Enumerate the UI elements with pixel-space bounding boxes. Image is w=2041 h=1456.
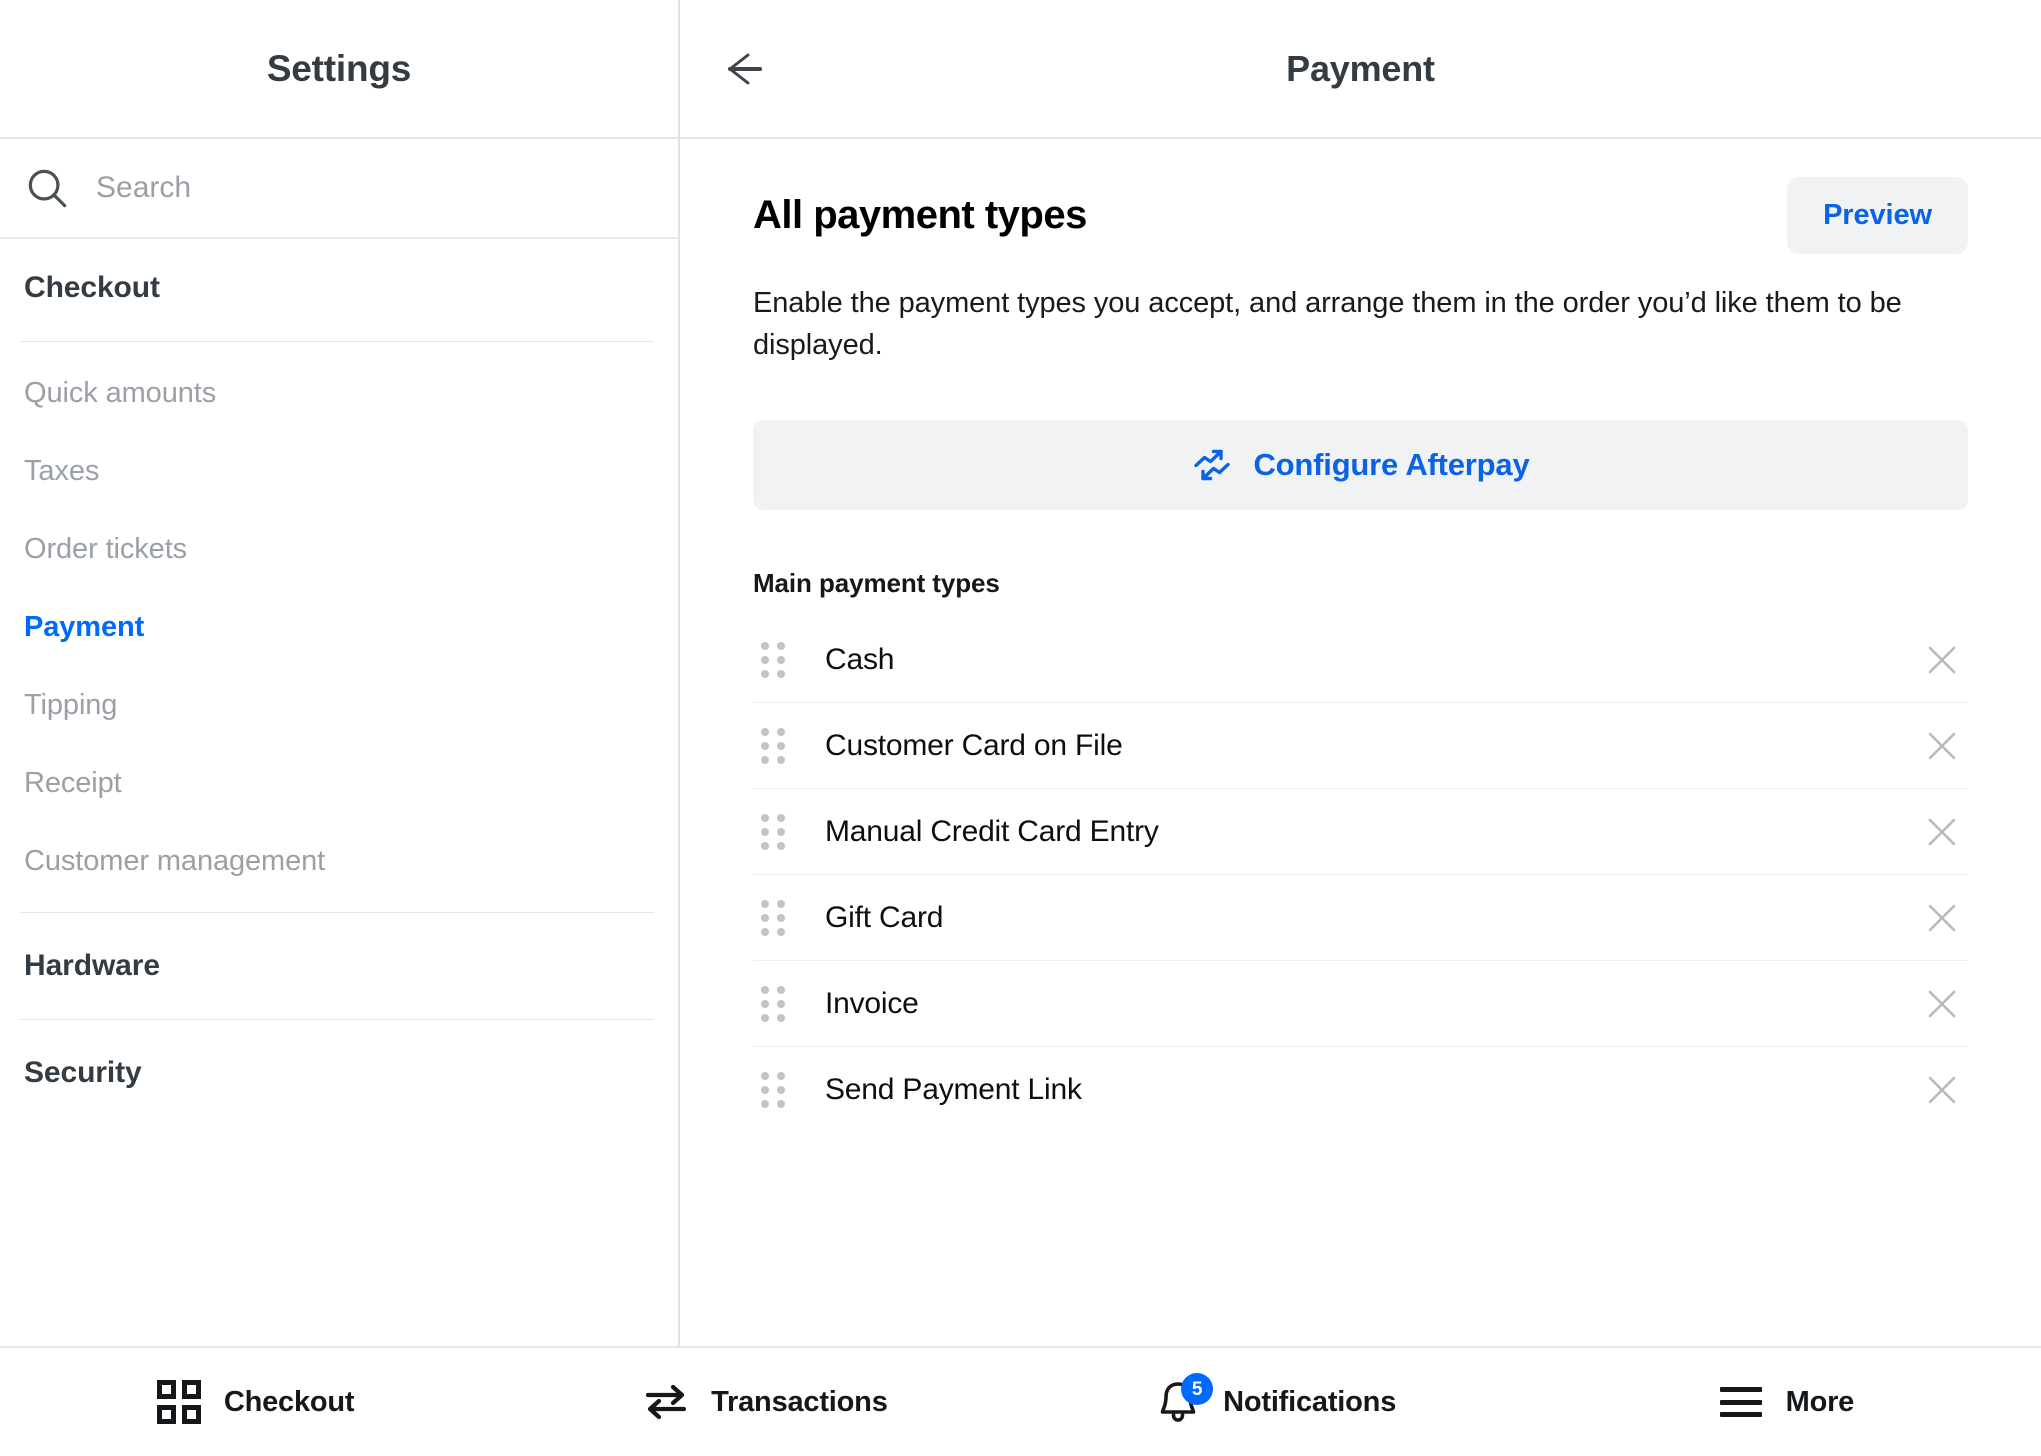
sidebar-title: Settings — [266, 47, 412, 89]
arrow-left-icon — [728, 53, 762, 84]
bottom-tab-label: More — [1785, 1385, 1855, 1418]
main-payment-types-label: Main payment types — [753, 568, 1000, 599]
close-icon — [1928, 904, 1956, 931]
drag-handle-icon[interactable] — [761, 1072, 785, 1109]
drag-handle-icon[interactable] — [761, 813, 785, 850]
close-icon — [1928, 646, 1956, 673]
sidebar-divider — [20, 341, 654, 342]
payment-types-list: Cash Customer Card on File Manual Credit… — [753, 617, 1968, 1133]
transfer-arrows-icon-wrap — [643, 1379, 689, 1425]
sidebar-item-receipt[interactable]: Receipt — [0, 744, 678, 822]
drag-handle-icon[interactable] — [761, 727, 785, 764]
bottom-tab-label: Transactions — [711, 1385, 888, 1418]
remove-payment-type-button[interactable] — [1920, 724, 1964, 768]
hamburger-menu-icon — [1719, 1387, 1762, 1417]
sidebar-item-taxes[interactable]: Taxes — [0, 432, 678, 510]
payment-type-row[interactable]: Invoice — [753, 961, 1968, 1048]
sidebar-divider — [20, 912, 654, 913]
close-icon — [1928, 1076, 1956, 1104]
remove-payment-type-button[interactable] — [1920, 810, 1964, 854]
payment-type-row[interactable]: Customer Card on File — [753, 703, 1968, 790]
settings-nav-list: Checkout Quick amounts Taxes Order ticke… — [0, 239, 678, 1346]
hamburger-menu-icon-wrap — [1718, 1379, 1764, 1425]
section-title: All payment types — [753, 193, 1087, 237]
page-title: Payment — [1286, 47, 1435, 89]
section-title-row: All payment types Preview — [753, 139, 1968, 254]
sidebar-divider — [20, 1019, 654, 1020]
sidebar-group-heading-security[interactable]: Security — [0, 1032, 678, 1114]
bottom-tab-label: Checkout — [223, 1385, 355, 1418]
payment-type-label: Invoice — [825, 986, 919, 1020]
close-icon — [1928, 990, 1956, 1017]
search-icon — [28, 169, 67, 208]
remove-payment-type-button[interactable] — [1920, 896, 1964, 940]
bottom-tab-checkout[interactable]: Checkout — [0, 1348, 510, 1456]
search-input[interactable] — [96, 171, 656, 205]
payment-type-row[interactable]: Send Payment Link — [753, 1047, 1968, 1133]
remove-payment-type-button[interactable] — [1920, 982, 1964, 1026]
bottom-navigation-bar: Checkout Transactions 5 Notifications Mo… — [0, 1346, 2041, 1456]
payment-type-row[interactable]: Gift Card — [753, 875, 1968, 962]
bottom-tab-label: Notifications — [1223, 1385, 1397, 1418]
sidebar-item-customer-management[interactable]: Customer management — [0, 822, 678, 900]
drag-handle-icon[interactable] — [761, 899, 785, 936]
sidebar-group-heading-checkout[interactable]: Checkout — [0, 247, 678, 329]
payment-type-row[interactable]: Manual Credit Card Entry — [753, 789, 1968, 876]
sidebar-group-heading-hardware[interactable]: Hardware — [0, 925, 678, 1007]
grid-icon — [156, 1380, 201, 1424]
back-button[interactable] — [716, 42, 780, 96]
payment-type-label: Send Payment Link — [825, 1073, 1082, 1107]
bottom-tab-notifications[interactable]: 5 Notifications — [1021, 1348, 1531, 1456]
sidebar-item-payment[interactable]: Payment — [0, 588, 678, 666]
payment-type-label: Manual Credit Card Entry — [825, 814, 1159, 848]
configure-afterpay-button[interactable]: Configure Afterpay — [753, 420, 1968, 511]
grid-icon-wrap — [156, 1379, 202, 1425]
payment-detail-panel: Payment All payment types Preview Enable… — [680, 0, 2041, 1346]
bottom-tab-transactions[interactable]: Transactions — [510, 1348, 1020, 1456]
sidebar-header: Settings — [0, 0, 678, 139]
remove-payment-type-button[interactable] — [1920, 1068, 1964, 1112]
content-area: Settings Checkout Quick amounts Taxes Or… — [0, 0, 2041, 1346]
payment-type-row[interactable]: Cash — [753, 617, 1968, 704]
section-description: Enable the payment types you accept, and… — [753, 287, 1902, 362]
remove-payment-type-button[interactable] — [1920, 638, 1964, 682]
close-icon — [1928, 818, 1956, 845]
bottom-tab-more[interactable]: More — [1531, 1348, 2041, 1456]
payment-body: All payment types Preview Enable the pay… — [680, 139, 2041, 1346]
sidebar-item-tipping[interactable]: Tipping — [0, 666, 678, 744]
sidebar-item-order-tickets[interactable]: Order tickets — [0, 510, 678, 588]
afterpay-logo-icon — [1193, 449, 1230, 481]
payment-type-label: Gift Card — [825, 900, 944, 934]
settings-sidebar: Settings Checkout Quick amounts Taxes Or… — [0, 0, 680, 1346]
transfer-arrows-icon — [646, 1384, 687, 1420]
configure-afterpay-label: Configure Afterpay — [1253, 447, 1530, 483]
drag-handle-icon[interactable] — [761, 641, 785, 678]
sidebar-search-row[interactable] — [0, 139, 678, 239]
payment-header: Payment — [680, 0, 2041, 139]
notifications-badge: 5 — [1181, 1373, 1214, 1405]
drag-handle-icon[interactable] — [761, 985, 785, 1022]
sidebar-item-quick-amounts[interactable]: Quick amounts — [0, 354, 678, 432]
close-icon — [1928, 732, 1956, 759]
bell-icon-wrap: 5 — [1155, 1373, 1214, 1425]
payment-type-label: Cash — [825, 642, 895, 676]
payment-type-label: Customer Card on File — [825, 728, 1123, 762]
settings-payment-screen: Settings Checkout Quick amounts Taxes Or… — [0, 0, 2041, 1456]
preview-button[interactable]: Preview — [1787, 177, 1968, 254]
